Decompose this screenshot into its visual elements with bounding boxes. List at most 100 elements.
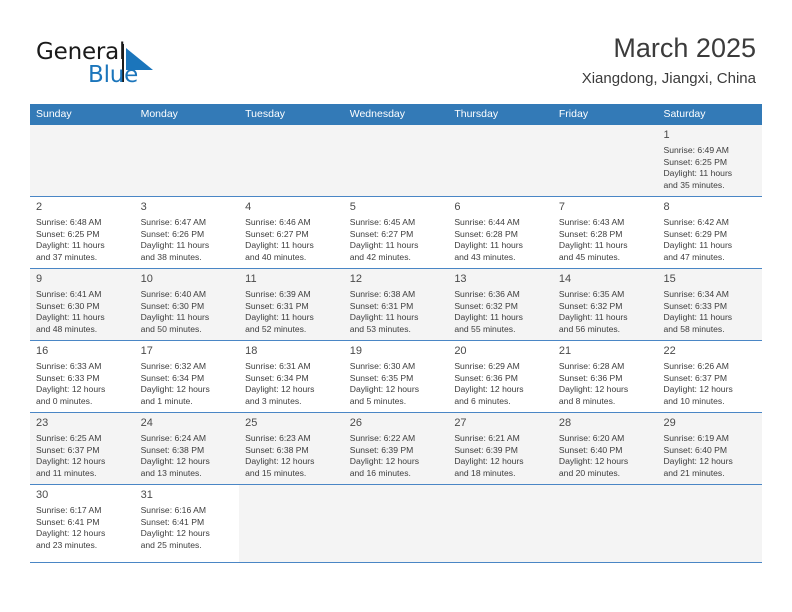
day-cell[interactable]: 12 Sunrise: 6:38 AM Sunset: 6:31 PM Dayligh… xyxy=(343,269,449,340)
day-sun-info: Sunrise: 6:19 AM Sunset: 6:40 PM Daylight:… xyxy=(663,433,756,479)
day-number: 15 xyxy=(663,273,676,285)
day-cell[interactable]: 16 Sunrise: 6:33 AM Sunset: 6:33 PM Dayligh… xyxy=(30,341,135,412)
day-daylight-2-text: and 43 minutes. xyxy=(454,251,516,262)
day-sunrise-text: Sunrise: 6:42 AM xyxy=(663,217,729,227)
day-sunset-text: Sunset: 6:27 PM xyxy=(349,228,414,239)
day-number: 13 xyxy=(454,273,467,285)
day-cell[interactable]: 3 Sunrise: 6:47 AM Sunset: 6:26 PM Daylight… xyxy=(135,197,240,268)
day-cell[interactable]: 13 Sunrise: 6:36 AM Sunset: 6:32 PM Dayligh… xyxy=(448,269,553,340)
day-cell[interactable]: 7 Sunrise: 6:43 AM Sunset: 6:28 PM Daylight… xyxy=(553,197,658,268)
day-cell[interactable]: 27 Sunrise: 6:21 AM Sunset: 6:39 PM Dayligh… xyxy=(448,413,553,484)
day-cell[interactable]: 1 Sunrise: 6:49 AM Sunset: 6:25 PM Daylight… xyxy=(657,125,763,196)
day-number: 18 xyxy=(245,345,258,357)
page-subtitle: Xiangdong, Jiangxi, China xyxy=(581,70,756,87)
day-number: 20 xyxy=(454,345,467,357)
day-cell-empty xyxy=(30,125,135,196)
day-cell-empty xyxy=(239,485,344,562)
day-cell[interactable]: 9 Sunrise: 6:41 AM Sunset: 6:30 PM Daylight… xyxy=(30,269,135,340)
day-sun-info: Sunrise: 6:46 AM Sunset: 6:27 PM Daylight:… xyxy=(245,217,338,263)
day-cell[interactable]: 23 Sunrise: 6:25 AM Sunset: 6:37 PM Dayligh… xyxy=(30,413,135,484)
day-sun-info: Sunrise: 6:44 AM Sunset: 6:28 PM Daylight:… xyxy=(454,217,547,263)
day-cell[interactable]: 22 Sunrise: 6:26 AM Sunset: 6:37 PM Dayligh… xyxy=(657,341,762,412)
day-cell-empty xyxy=(343,485,449,562)
day-number: 2 xyxy=(36,201,43,213)
day-cell-empty xyxy=(552,485,658,562)
day-sunset-text: Sunset: 6:41 PM xyxy=(36,516,100,527)
day-cell[interactable]: 17 Sunrise: 6:32 AM Sunset: 6:34 PM Dayligh… xyxy=(135,341,240,412)
day-cell[interactable]: 11 Sunrise: 6:39 AM Sunset: 6:31 PM Dayligh… xyxy=(239,269,344,340)
day-sunset-text: Sunset: 6:25 PM xyxy=(663,156,728,167)
day-cell[interactable]: 25 Sunrise: 6:23 AM Sunset: 6:38 PM Dayligh… xyxy=(239,413,344,484)
day-sunrise-text: Sunrise: 6:46 AM xyxy=(245,217,311,227)
day-daylight-2-text: and 0 minutes. xyxy=(36,395,93,406)
day-daylight-2-text: and 25 minutes. xyxy=(140,539,202,550)
day-cell[interactable]: 6 Sunrise: 6:44 AM Sunset: 6:28 PM Daylight… xyxy=(448,197,553,268)
day-cell[interactable]: 5 Sunrise: 6:45 AM Sunset: 6:27 PM Daylight… xyxy=(344,197,449,268)
day-sun-info: Sunrise: 6:20 AM Sunset: 6:40 PM Daylight:… xyxy=(559,433,652,479)
day-daylight-2-text: and 35 minutes. xyxy=(663,179,725,190)
day-daylight-1-text: Daylight: 11 hours xyxy=(663,240,733,251)
day-number: 27 xyxy=(454,417,467,429)
day-sunset-text: Sunset: 6:25 PM xyxy=(36,228,100,239)
day-daylight-1-text: Daylight: 12 hours xyxy=(140,528,210,539)
day-number: 5 xyxy=(349,201,356,213)
day-sunset-text: Sunset: 6:26 PM xyxy=(140,228,205,239)
day-cell[interactable]: 30 Sunrise: 6:17 AM Sunset: 6:41 PM Dayligh… xyxy=(30,485,135,562)
day-sunset-text: Sunset: 6:38 PM xyxy=(245,444,309,455)
day-sunrise-text: Sunrise: 6:17 AM xyxy=(36,505,102,515)
weekday-header-monday: Monday xyxy=(140,108,178,120)
day-cell[interactable]: 20 Sunrise: 6:29 AM Sunset: 6:36 PM Dayligh… xyxy=(448,341,553,412)
day-daylight-2-text: and 11 minutes. xyxy=(36,467,97,478)
day-number: 28 xyxy=(558,417,572,429)
day-daylight-1-text: Daylight: 12 hours xyxy=(454,456,524,467)
day-cell[interactable]: 19 Sunrise: 6:30 AM Sunset: 6:35 PM Dayligh… xyxy=(344,341,449,412)
day-number: 9 xyxy=(36,273,43,285)
day-cell[interactable]: 14 Sunrise: 6:35 AM Sunset: 6:32 PM Dayligh… xyxy=(552,269,658,340)
day-cell[interactable]: 29 Sunrise: 6:19 AM Sunset: 6:40 PM Dayligh… xyxy=(657,413,763,484)
day-sunrise-text: Sunrise: 6:43 AM xyxy=(558,217,625,227)
day-cell-empty xyxy=(343,125,449,196)
calendar-week-row: 16 Sunrise: 6:33 AM Sunset: 6:33 PM Dayligh… xyxy=(30,341,762,413)
day-cell[interactable]: 8 Sunrise: 6:42 AM Sunset: 6:29 PM Daylight… xyxy=(657,197,762,268)
general-blue-logo[interactable]: General Blue xyxy=(36,39,226,91)
day-sunrise-text: Sunrise: 6:36 AM xyxy=(454,289,520,299)
day-cell[interactable]: 26 Sunrise: 6:22 AM Sunset: 6:39 PM Dayligh… xyxy=(343,413,449,484)
day-daylight-1-text: Daylight: 11 hours xyxy=(245,312,314,323)
day-daylight-2-text: and 56 minutes. xyxy=(558,323,621,334)
day-sunrise-text: Sunrise: 6:28 AM xyxy=(558,361,625,371)
day-cell[interactable]: 10 Sunrise: 6:40 AM Sunset: 6:30 PM Dayligh… xyxy=(134,269,240,340)
day-sun-info: Sunrise: 6:24 AM Sunset: 6:38 PM Daylight:… xyxy=(141,433,234,479)
day-daylight-2-text: and 42 minutes. xyxy=(349,251,411,262)
day-cell[interactable]: 24 Sunrise: 6:24 AM Sunset: 6:38 PM Dayligh… xyxy=(134,413,240,484)
day-sun-info: Sunrise: 6:28 AM Sunset: 6:36 PM Daylight:… xyxy=(559,361,652,407)
day-sunset-text: Sunset: 6:30 PM xyxy=(36,300,100,311)
day-sun-info: Sunrise: 6:31 AM Sunset: 6:34 PM Daylight:… xyxy=(245,361,338,407)
day-daylight-2-text: and 47 minutes. xyxy=(663,251,725,262)
title-block: March 2025 Xiangdong, Jiangxi, China xyxy=(582,32,756,88)
day-number: 31 xyxy=(140,489,153,501)
day-daylight-1-text: Daylight: 12 hours xyxy=(245,384,315,395)
day-daylight-2-text: and 1 minute. xyxy=(140,395,193,406)
day-sun-info: Sunrise: 6:38 AM Sunset: 6:31 PM Daylight:… xyxy=(350,289,443,335)
weekday-header-wednesday: Wednesday xyxy=(349,108,405,120)
day-cell-empty xyxy=(552,125,658,196)
day-number: 29 xyxy=(663,417,676,429)
day-sun-info: Sunrise: 6:35 AM Sunset: 6:32 PM Daylight:… xyxy=(559,289,652,335)
day-sun-info: Sunrise: 6:42 AM Sunset: 6:29 PM Daylight:… xyxy=(663,217,756,263)
day-cell[interactable]: 15 Sunrise: 6:34 AM Sunset: 6:33 PM Dayligh… xyxy=(657,269,763,340)
day-cell[interactable]: 21 Sunrise: 6:28 AM Sunset: 6:36 PM Dayligh… xyxy=(553,341,658,412)
day-sun-info: Sunrise: 6:47 AM Sunset: 6:26 PM Daylight:… xyxy=(141,217,234,263)
day-cell[interactable]: 4 Sunrise: 6:46 AM Sunset: 6:27 PM Daylight… xyxy=(239,197,344,268)
day-cell[interactable]: 18 Sunrise: 6:31 AM Sunset: 6:34 PM Dayligh… xyxy=(239,341,344,412)
day-cell[interactable]: 28 Sunrise: 6:20 AM Sunset: 6:40 PM Dayligh… xyxy=(552,413,658,484)
day-daylight-1-text: Daylight: 12 hours xyxy=(663,456,733,467)
day-daylight-2-text: and 37 minutes. xyxy=(36,251,98,262)
day-cell[interactable]: 31 Sunrise: 6:16 AM Sunset: 6:41 PM Dayligh… xyxy=(135,485,240,562)
day-daylight-1-text: Daylight: 11 hours xyxy=(558,312,628,323)
calendar-week-row: 2 Sunrise: 6:48 AM Sunset: 6:25 PM Daylight… xyxy=(30,197,762,269)
day-sun-info: Sunrise: 6:36 AM Sunset: 6:32 PM Daylight:… xyxy=(454,289,547,335)
day-sunset-text: Sunset: 6:28 PM xyxy=(558,228,623,239)
day-cell[interactable]: 2 Sunrise: 6:48 AM Sunset: 6:25 PM Daylight… xyxy=(30,197,135,268)
day-sun-info: Sunrise: 6:21 AM Sunset: 6:39 PM Daylight:… xyxy=(454,433,547,479)
weekday-header-row: Sunday Monday Tuesday Wednesday Thursday Frid… xyxy=(30,104,762,125)
